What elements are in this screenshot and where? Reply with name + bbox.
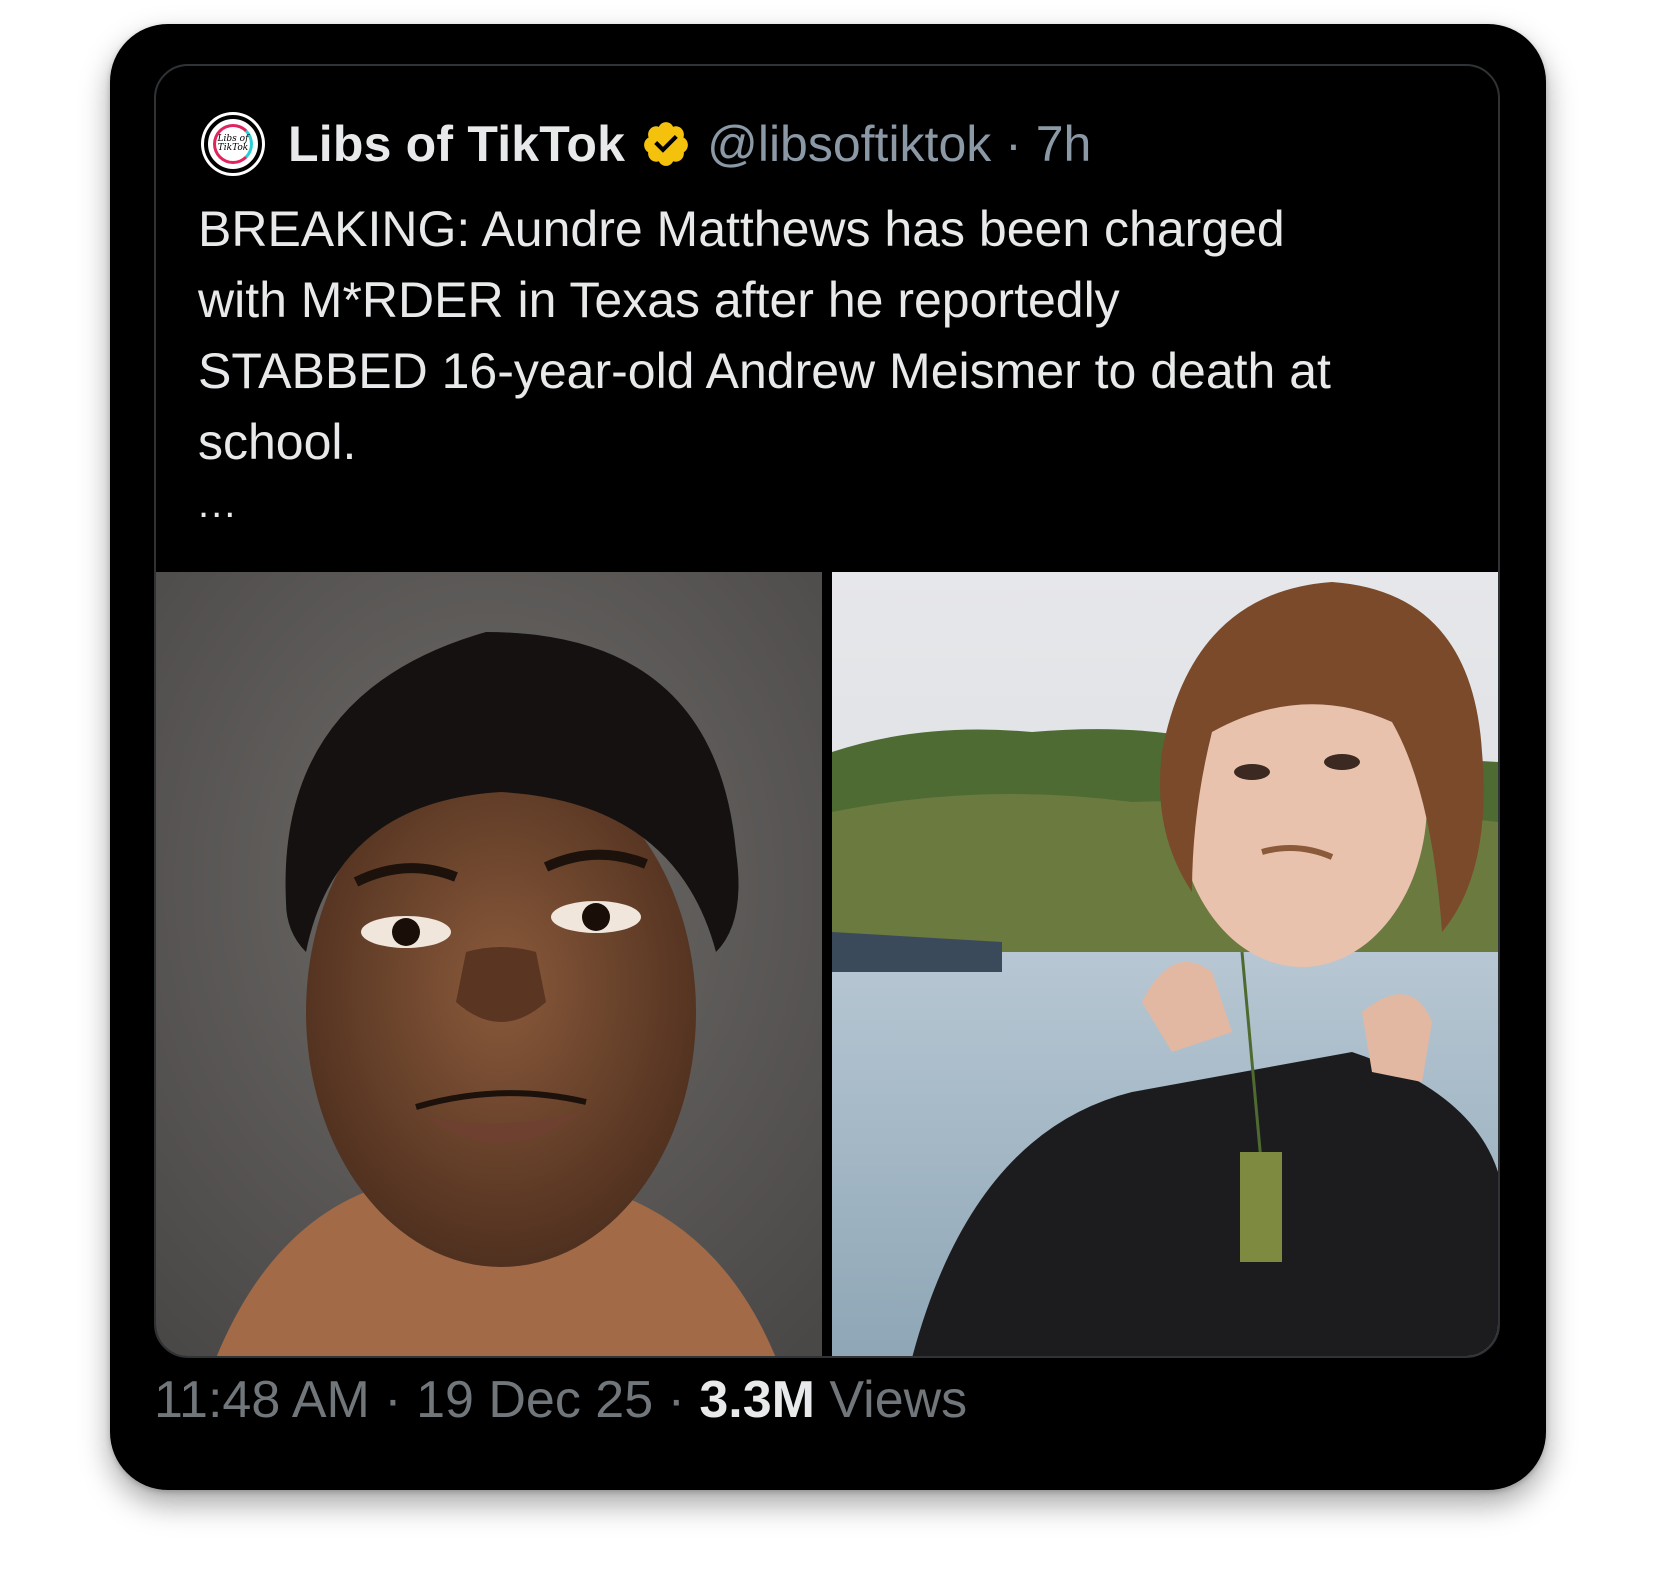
- tweet-header: Libs of TikTok Libs of TikTok @libsoftikt…: [204, 112, 1091, 176]
- avatar[interactable]: Libs of TikTok: [204, 115, 262, 173]
- tweet-time[interactable]: 11:48 AM: [154, 1371, 370, 1429]
- mugshot-photo[interactable]: [156, 572, 822, 1356]
- mugshot-image: [156, 572, 822, 1356]
- author-handle[interactable]: @libsoftiktok · 7h: [707, 115, 1091, 173]
- handle-text: @libsoftiktok: [707, 116, 992, 172]
- more-indicator[interactable]: ...: [198, 482, 237, 527]
- views-label: Views: [829, 1371, 968, 1429]
- media-grid: [156, 572, 1498, 1356]
- tweet-text: BREAKING: Aundre Matthews has been charg…: [198, 201, 1331, 470]
- tweet-meta: 11:48 AM · 19 Dec 25 · 3.3M Views: [154, 1370, 967, 1430]
- views-count: 3.3M: [699, 1371, 815, 1429]
- verified-badge-icon: [644, 122, 688, 166]
- display-name[interactable]: Libs of TikTok: [288, 115, 625, 173]
- header-separator: ·: [991, 116, 1036, 172]
- tweet-age: 7h: [1035, 116, 1092, 172]
- meta-separator-1: ·: [369, 1371, 417, 1429]
- avatar-logo-text: Libs of TikTok: [217, 134, 249, 153]
- tweet-card: Libs of TikTok Libs of TikTok @libsoftikt…: [110, 24, 1546, 1490]
- quoted-tweet[interactable]: Libs of TikTok Libs of TikTok @libsoftikt…: [154, 64, 1500, 1358]
- meta-separator-2: ·: [653, 1371, 700, 1429]
- tweet-date[interactable]: 19 Dec 25: [416, 1371, 653, 1429]
- lake-portrait-image: [832, 572, 1498, 1356]
- lake-portrait-photo[interactable]: [832, 572, 1498, 1356]
